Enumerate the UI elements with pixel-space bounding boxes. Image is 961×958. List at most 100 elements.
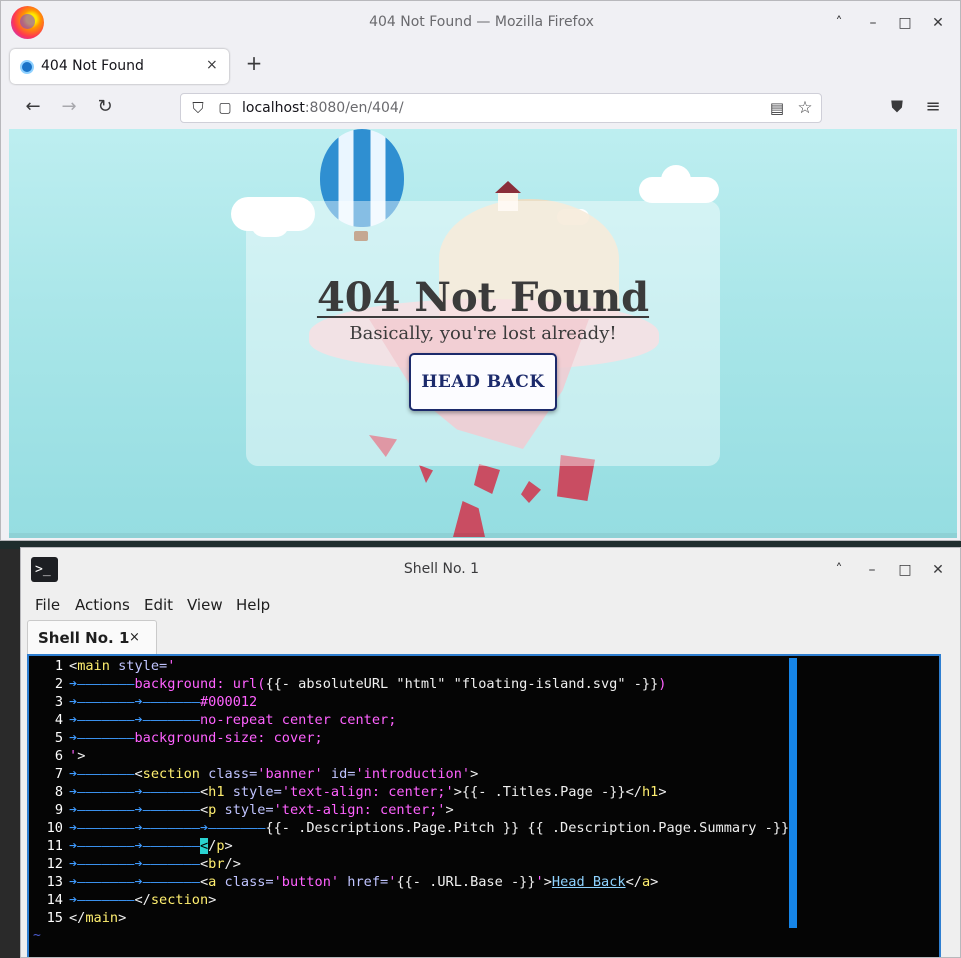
new-tab-button[interactable]: +	[244, 53, 264, 73]
code-token: href=	[339, 874, 389, 890]
line-number: 10	[46, 820, 63, 836]
tab-close-icon[interactable]: ×	[206, 57, 218, 73]
code-line: <main style='	[69, 658, 175, 674]
url-host: localhost	[242, 100, 305, 116]
tab-indent-marker: ➔———————➔———————	[69, 784, 200, 800]
menu-edit[interactable]: Edit	[144, 596, 173, 614]
code-token: class=	[199, 766, 258, 782]
tab-favicon-icon	[20, 60, 34, 74]
code-token: >	[208, 892, 217, 908]
code-token: style=	[224, 784, 282, 800]
window-close-button[interactable]: ✕	[928, 560, 948, 580]
page-viewport: 404 Not Found Basically, you're lost alr…	[9, 129, 957, 538]
window-shade-button[interactable]: ˄	[829, 560, 849, 580]
line-number: 9	[54, 802, 63, 818]
browser-window-title: 404 Not Found — Mozilla Firefox	[369, 14, 594, 30]
code-link-text: Head Back	[551, 874, 626, 890]
tab-indent-marker: ➔———————➔———————	[69, 838, 200, 854]
tab-indent-marker: ➔———————	[69, 766, 135, 782]
code-token: >	[118, 910, 127, 926]
forward-icon[interactable]: →	[58, 96, 80, 118]
code-line: ➔———————</section>	[69, 892, 216, 908]
line-number: 14	[46, 892, 63, 908]
window-maximize-button[interactable]: □	[895, 13, 915, 33]
page-title[interactable]: 404 Not Found	[9, 274, 957, 321]
menu-view[interactable]: View	[187, 596, 223, 614]
menu-file[interactable]: File	[35, 596, 60, 614]
browser-tab[interactable]: 404 Not Found ×	[10, 49, 229, 84]
pocket-icon[interactable]: ⛊	[886, 96, 908, 118]
shield-icon[interactable]: ⛉	[187, 97, 209, 119]
rock-fragment	[419, 465, 433, 483]
line-number: 2	[54, 676, 63, 692]
rock-fragment	[453, 501, 485, 537]
menu-help[interactable]: Help	[236, 596, 270, 614]
line-number: 13	[46, 874, 63, 890]
line-number: 4	[54, 712, 63, 728]
horizontal-scrollbar[interactable]	[9, 533, 957, 538]
window-maximize-button[interactable]: □	[895, 560, 915, 580]
terminal-menubar: File Actions Edit View Help	[21, 592, 960, 618]
url-text[interactable]: localhost:8080/en/404/	[242, 100, 404, 116]
window-shade-button[interactable]: ˄	[829, 13, 849, 33]
terminal-tab[interactable]: Shell No. 1 ×	[27, 620, 157, 654]
code-token: >	[224, 838, 233, 854]
tab-indent-marker: ➔———————➔———————	[69, 694, 200, 710]
browser-navbar: ← → ↻ ⛉ ▢ localhost:8080/en/404/ ▤ ☆ ⛊ ≡	[1, 85, 960, 129]
window-minimize-button[interactable]: –	[863, 13, 883, 33]
back-icon[interactable]: ←	[22, 96, 44, 118]
line-number: 7	[54, 766, 63, 782]
tab-indent-marker: ➔———————➔———————	[69, 874, 200, 890]
terminal-window-title: Shell No. 1	[403, 561, 480, 577]
bookmark-star-icon[interactable]: ☆	[794, 97, 816, 119]
code-token: 'button'	[273, 874, 340, 890]
terminal-titlebar: >_ Shell No. 1 ˄ – □ ✕	[21, 548, 960, 590]
menu-actions[interactable]: Actions	[75, 596, 130, 614]
line-number: 15	[46, 910, 63, 926]
empty-line-marker: ~	[33, 928, 41, 943]
color-column-highlight	[789, 658, 797, 928]
code-token: p	[216, 838, 225, 854]
code-line: ➔———————➔———————<h1 style='text-align: c…	[69, 784, 667, 800]
code-token: section	[150, 892, 209, 908]
code-token: '	[535, 874, 544, 890]
code-token: 'banner'	[257, 766, 323, 782]
code-token: <	[69, 658, 78, 674]
code-token: br	[208, 856, 225, 872]
code-token: '	[167, 658, 176, 674]
url-path: :8080/en/404/	[304, 100, 404, 116]
code-line: ➔———————background: url({{- absoluteURL …	[69, 676, 666, 692]
line-number: 3	[54, 694, 63, 710]
code-token: h1	[208, 784, 225, 800]
code-token: background: url(	[134, 676, 266, 692]
app-menu-icon[interactable]: ≡	[922, 96, 944, 118]
tab-indent-marker: ➔———————	[69, 676, 135, 692]
cloud-decoration	[661, 165, 691, 195]
code-token: no-repeat center center;	[199, 712, 397, 728]
head-back-button[interactable]: HEAD BACK	[409, 353, 557, 411]
url-bar[interactable]: ⛉ ▢ localhost:8080/en/404/ ▤ ☆	[180, 93, 822, 123]
terminal-tab-label: Shell No. 1	[38, 629, 130, 647]
code-token: <	[199, 784, 209, 800]
code-token: >	[650, 874, 659, 890]
window-minimize-button[interactable]: –	[862, 560, 882, 580]
code-token: style=	[109, 658, 168, 674]
code-line: ➔———————➔———————➔———————{{- .Description…	[69, 820, 789, 836]
browser-titlebar: 404 Not Found — Mozilla Firefox ˄ – □ ✕	[1, 1, 960, 45]
code-token: >	[445, 802, 454, 818]
code-token: main	[77, 658, 110, 674]
code-token: )	[658, 676, 667, 692]
line-number: 12	[46, 856, 63, 872]
rock-fragment	[521, 481, 541, 503]
code-token: >	[77, 748, 86, 764]
reader-view-icon[interactable]: ▤	[766, 97, 788, 119]
code-editor[interactable]: 1 <main style=' 2 ➔———————background: url({…	[27, 654, 941, 957]
page-info-icon[interactable]: ▢	[214, 97, 236, 119]
reload-icon[interactable]: ↻	[94, 96, 116, 118]
rock-fragment	[474, 464, 500, 494]
line-number: 11	[46, 838, 63, 854]
code-line: ➔———————<section class='banner' id='intr…	[69, 766, 478, 782]
tab-close-icon[interactable]: ×	[129, 630, 140, 645]
tab-indent-marker: ➔———————	[69, 730, 135, 746]
window-close-button[interactable]: ✕	[928, 13, 948, 33]
